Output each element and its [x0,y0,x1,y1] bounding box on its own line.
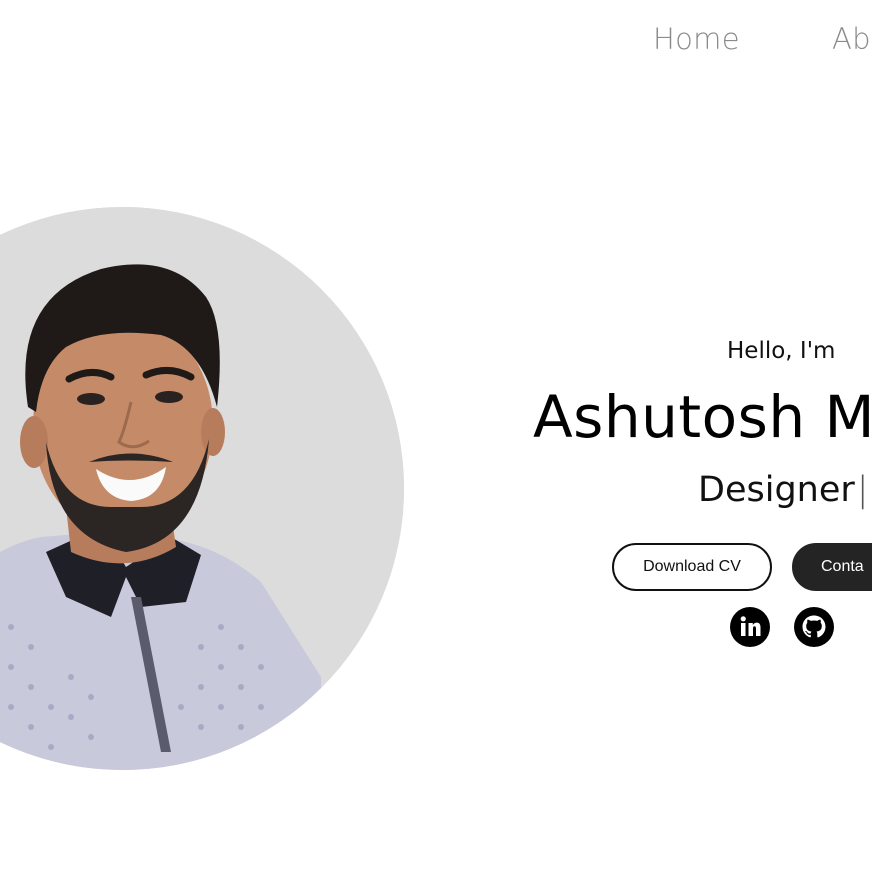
download-cv-button[interactable]: Download CV [612,543,772,591]
name-heading: Ashutosh M [533,383,872,451]
role-text: Designer [698,470,855,510]
nav-link-about[interactable]: Ab [832,22,871,56]
nav-link-home[interactable]: Home [653,22,740,56]
role-line: Designer| [698,470,869,510]
top-navigation: Home Ab [0,22,872,66]
portfolio-page: Home Ab Hello, I'm Ashutosh M Designer| … [0,0,872,882]
profile-photo [0,207,404,770]
contact-button[interactable]: Conta [792,543,872,591]
github-icon[interactable] [794,607,834,647]
typing-cursor: | [856,470,869,510]
linkedin-icon[interactable] [730,607,770,647]
greeting-text: Hello, I'm [727,338,836,364]
